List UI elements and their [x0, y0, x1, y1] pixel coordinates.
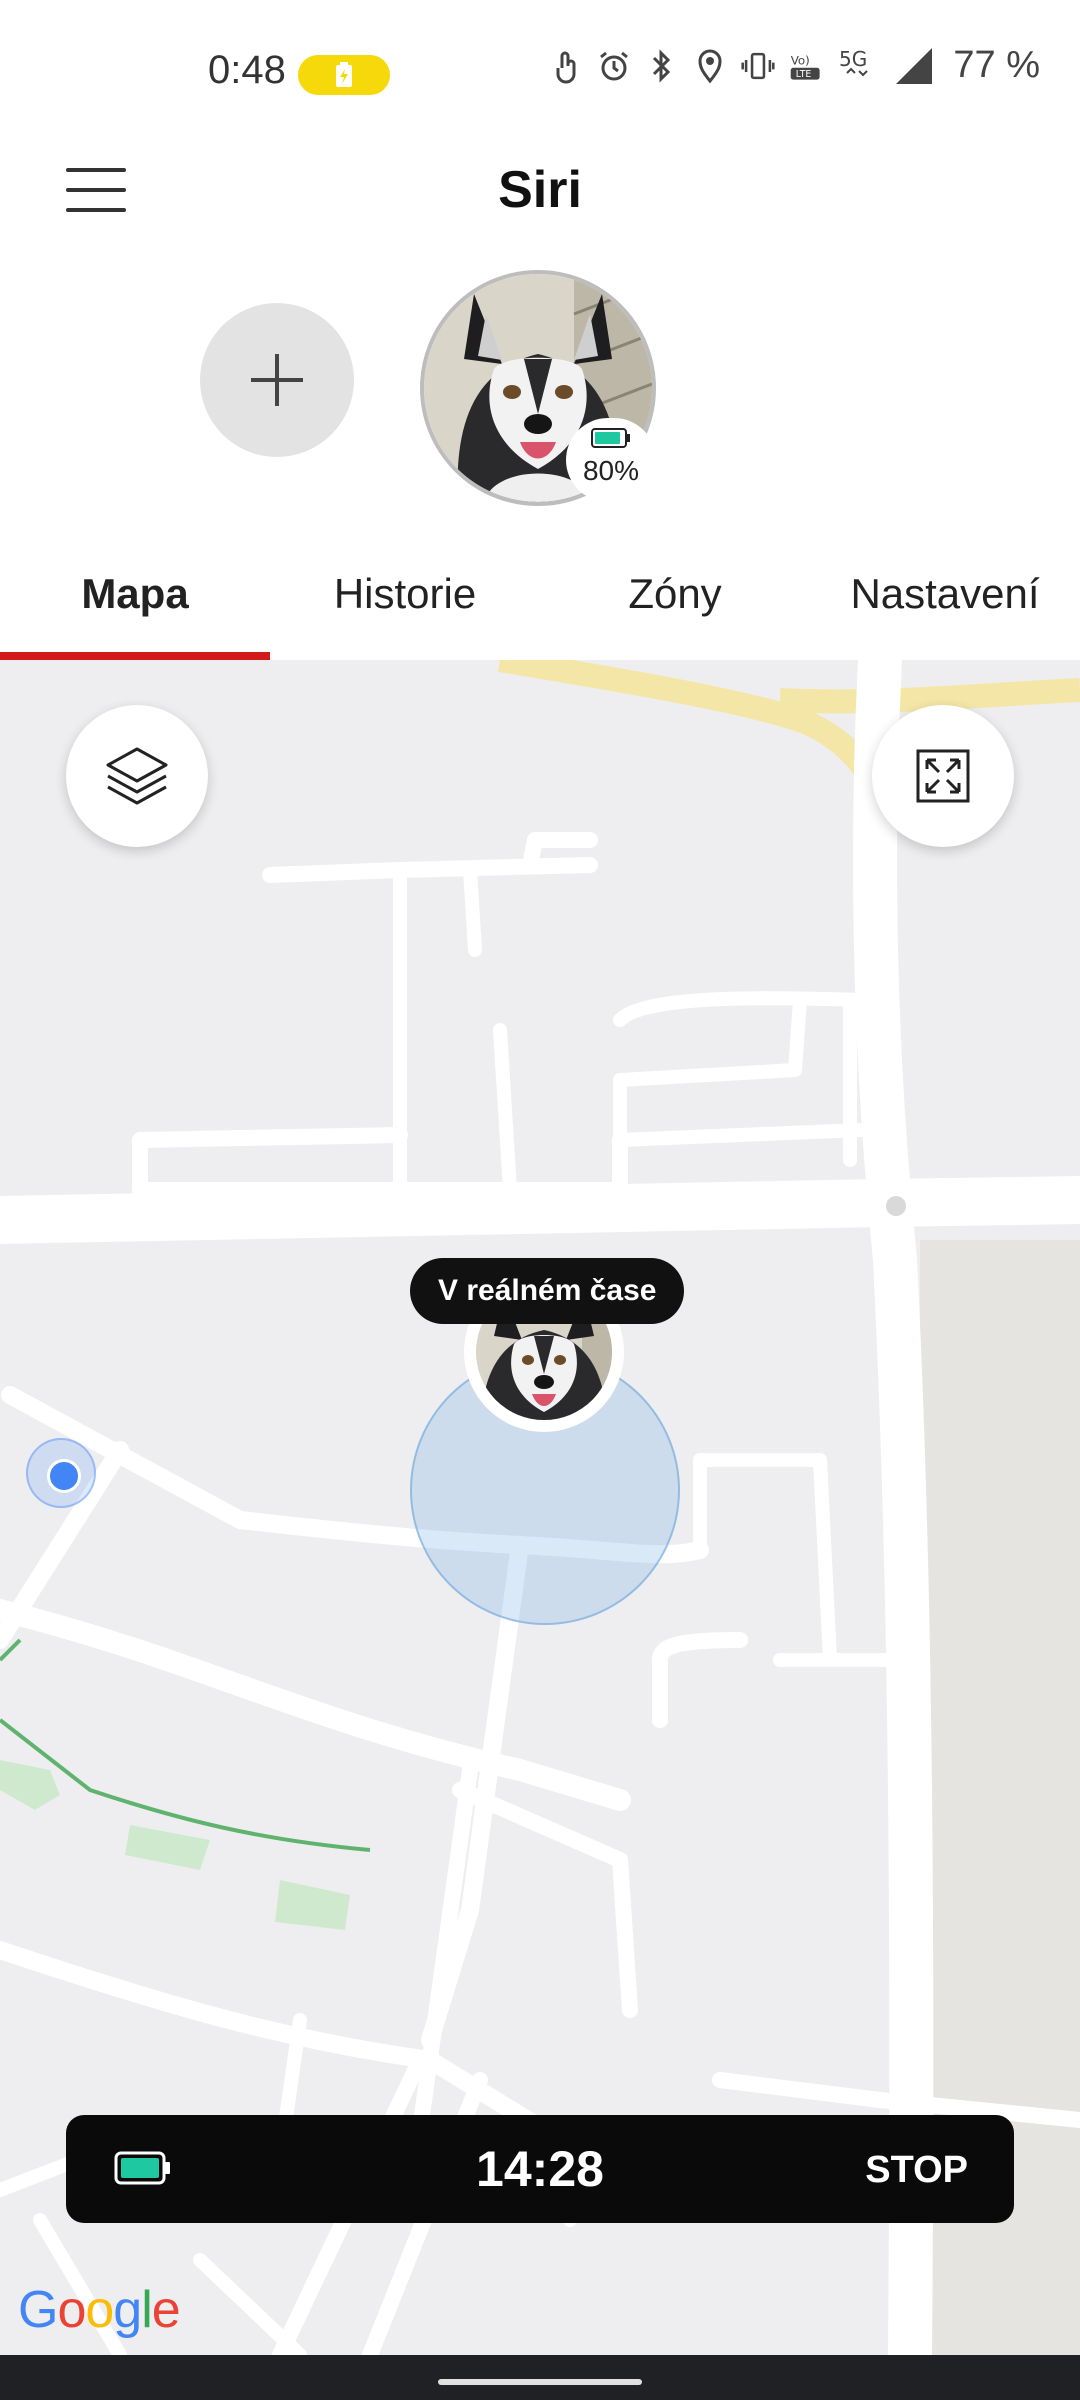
status-bar: 0:48 Vo) LTE 5G 77 % [0, 0, 1080, 140]
map-view[interactable]: V reálném čase Google [0, 660, 1080, 2355]
svg-text:5G: 5G [839, 47, 867, 71]
add-pet-button[interactable] [200, 303, 354, 457]
svg-text:LTE: LTE [796, 69, 812, 80]
status-time: 0:48 [208, 48, 286, 92]
stop-button[interactable]: STOP [865, 2149, 968, 2192]
touch-icon [549, 46, 583, 86]
tab-nastaveni[interactable]: Nastavení [810, 540, 1080, 660]
svg-text:Vo): Vo) [791, 53, 810, 67]
expand-icon [916, 749, 970, 803]
tab-historie[interactable]: Historie [270, 540, 540, 660]
live-tracking-bar: 14:28 STOP [66, 2115, 1014, 2223]
status-icons: Vo) LTE 5G 77 % [549, 44, 1040, 87]
battery-icon [591, 428, 630, 448]
google-attribution: Google [18, 2281, 181, 2339]
signal-icon [891, 46, 935, 86]
tab-zony[interactable]: Zóny [540, 540, 810, 660]
alarm-icon [597, 46, 631, 86]
layers-icon [106, 747, 168, 805]
volte-icon: Vo) LTE [789, 46, 823, 86]
battery-percent: 77 % [953, 44, 1040, 86]
pet-battery-label: 80% [582, 455, 640, 486]
user-location-dot [26, 1438, 96, 1508]
location-icon [693, 46, 727, 86]
map-layers-button[interactable] [66, 705, 208, 847]
page-title: Siri [498, 161, 582, 219]
home-gesture-handle[interactable] [438, 2379, 642, 2385]
vibrate-icon [741, 46, 775, 86]
fullscreen-button[interactable] [872, 705, 1014, 847]
realtime-label: V reálném čase [410, 1258, 685, 1324]
charging-indicator [298, 55, 390, 95]
plus-icon [251, 354, 303, 406]
charging-battery-icon [336, 62, 352, 87]
system-nav-bar [0, 2355, 1080, 2400]
tab-bar: Mapa Historie Zóny Nastavení [0, 540, 1080, 660]
network-5g-icon: 5G [837, 46, 877, 86]
pet-battery-badge: 80% [566, 418, 656, 502]
bluetooth-icon [645, 46, 679, 86]
tab-mapa[interactable]: Mapa [0, 540, 270, 660]
